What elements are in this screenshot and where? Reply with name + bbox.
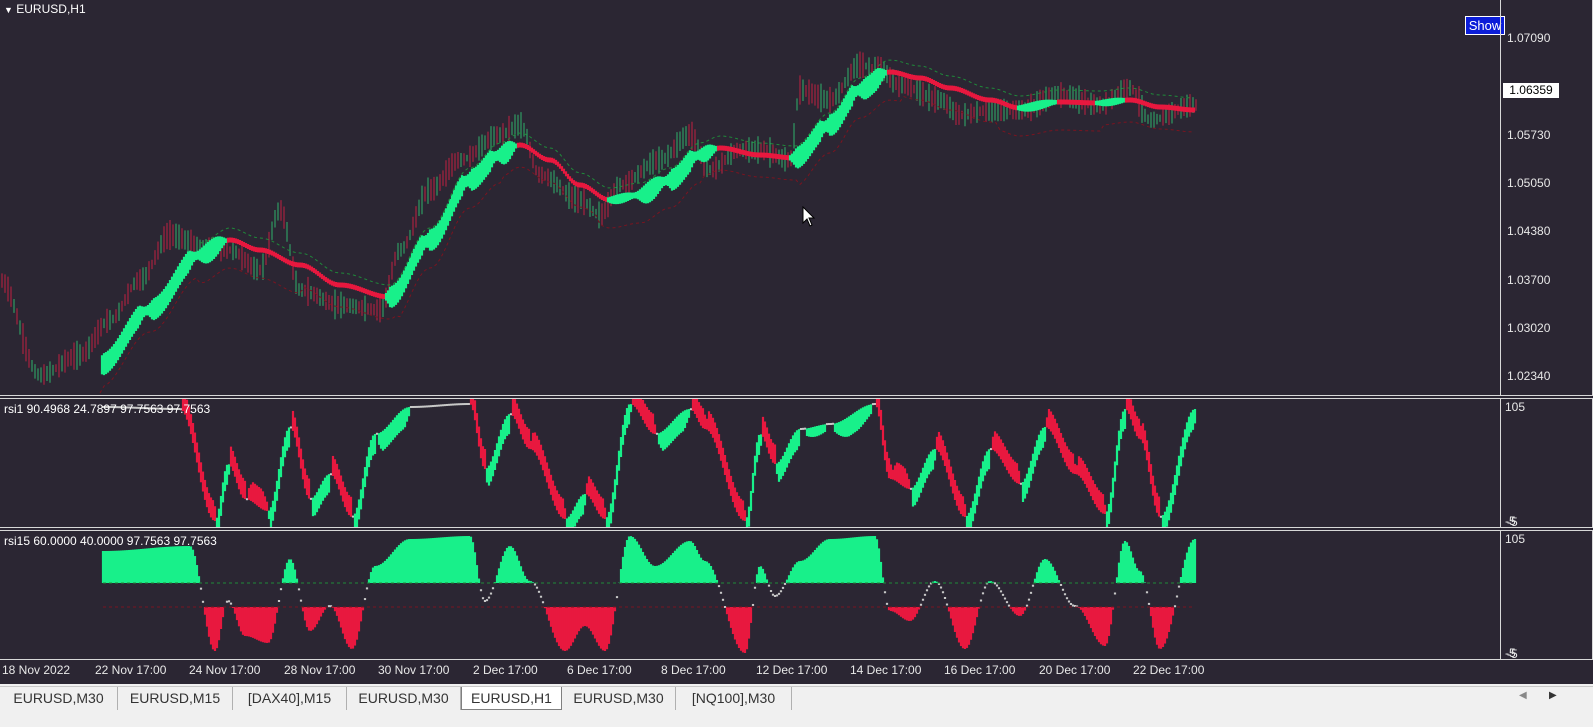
- level-label: -5: [1507, 647, 1518, 661]
- price-label: 1.07090: [1507, 31, 1551, 45]
- level-label: 105: [1505, 400, 1526, 414]
- time-label: 16 Dec 17:00: [944, 663, 1016, 677]
- rsi-fill: [101, 536, 1197, 653]
- current-price-label: 1.06359: [1503, 83, 1559, 98]
- price-label: 1.05050: [1507, 176, 1551, 190]
- level-label: 105: [1505, 532, 1526, 546]
- chart-window[interactable]: ▼ EURUSD,H1 Show 1.07090 1.05730 1.05050…: [0, 0, 1593, 684]
- rsi15-chart[interactable]: [0, 531, 1500, 659]
- price-label: 1.03020: [1507, 321, 1551, 335]
- symbol-title: ▼ EURUSD,H1: [4, 2, 86, 16]
- time-label: 22 Nov 17:00: [95, 663, 167, 677]
- tab-dax40-m15[interactable]: [DAX40],M15: [233, 687, 347, 710]
- tab-eurusd-m30[interactable]: EURUSD,M30: [0, 687, 118, 710]
- price-axis[interactable]: 1.07090 1.05730 1.05050 1.04380 1.03700 …: [1500, 0, 1593, 395]
- chart-tab-bar: EURUSD,M30 EURUSD,M15 [DAX40],M15 EURUSD…: [0, 686, 1593, 727]
- time-label: 30 Nov 17:00: [378, 663, 450, 677]
- time-label: 2 Dec 17:00: [473, 663, 538, 677]
- rsi-fill: [101, 399, 1197, 527]
- time-label: 20 Dec 17:00: [1039, 663, 1111, 677]
- time-label: 12 Dec 17:00: [756, 663, 828, 677]
- price-pane[interactable]: ▼ EURUSD,H1 Show 1.07090 1.05730 1.05050…: [0, 0, 1593, 396]
- time-axis[interactable]: 18 Nov 2022 22 Nov 17:00 24 Nov 17:00 28…: [0, 660, 1593, 684]
- time-label: 8 Dec 17:00: [661, 663, 726, 677]
- candles: [1, 51, 1197, 385]
- tab-eurusd-h1[interactable]: EURUSD,H1: [461, 687, 562, 710]
- ma-ribbon: [100, 68, 1196, 376]
- tab-nq100-m30[interactable]: [NQ100],M30: [676, 687, 792, 710]
- price-label: 1.05730: [1507, 128, 1551, 142]
- time-label: 24 Nov 17:00: [189, 663, 261, 677]
- rsi1-chart[interactable]: [0, 399, 1500, 527]
- rsi1-axis: 105 -5 -5: [1500, 399, 1593, 529]
- tab-eurusd-m30[interactable]: EURUSD,M30: [562, 687, 676, 710]
- rsi1-title: rsi1 90.4968 24.7897 97.7563 97.7563: [4, 402, 211, 416]
- triangle-left-icon[interactable]: ◀: [1519, 690, 1527, 701]
- time-label: 18 Nov 2022: [2, 663, 71, 677]
- rsi15-pane[interactable]: rsi15 60.0000 40.0000 97.7563 97.7563 10…: [0, 530, 1593, 661]
- price-label: 1.02340: [1507, 369, 1551, 383]
- time-label: 28 Nov 17:00: [284, 663, 356, 677]
- level-label: -5: [1507, 515, 1518, 529]
- price-chart[interactable]: [0, 0, 1500, 395]
- tab-eurusd-m15[interactable]: EURUSD,M15: [118, 687, 233, 710]
- triangle-right-icon[interactable]: ▶: [1549, 690, 1557, 701]
- dashed-red-line: [99, 96, 1193, 394]
- mouse-cursor-icon: [802, 206, 816, 227]
- show-button[interactable]: Show: [1465, 16, 1505, 35]
- time-label: 22 Dec 17:00: [1133, 663, 1205, 677]
- symbol-title-text: EURUSD,H1: [16, 2, 86, 16]
- triangle-down-icon[interactable]: ▼: [4, 5, 13, 15]
- tab-eurusd-m30[interactable]: EURUSD,M30: [347, 687, 461, 710]
- rsi1-pane[interactable]: rsi1 90.4968 24.7897 97.7563 97.7563 105…: [0, 398, 1593, 529]
- rsi15-title: rsi15 60.0000 40.0000 97.7563 97.7563: [4, 534, 217, 548]
- price-label: 1.04380: [1507, 224, 1551, 238]
- price-label: 1.03700: [1507, 273, 1551, 287]
- time-label: 6 Dec 17:00: [567, 663, 632, 677]
- rsi15-axis: 105 -5 -5: [1500, 531, 1593, 661]
- time-label: 14 Dec 17:00: [850, 663, 922, 677]
